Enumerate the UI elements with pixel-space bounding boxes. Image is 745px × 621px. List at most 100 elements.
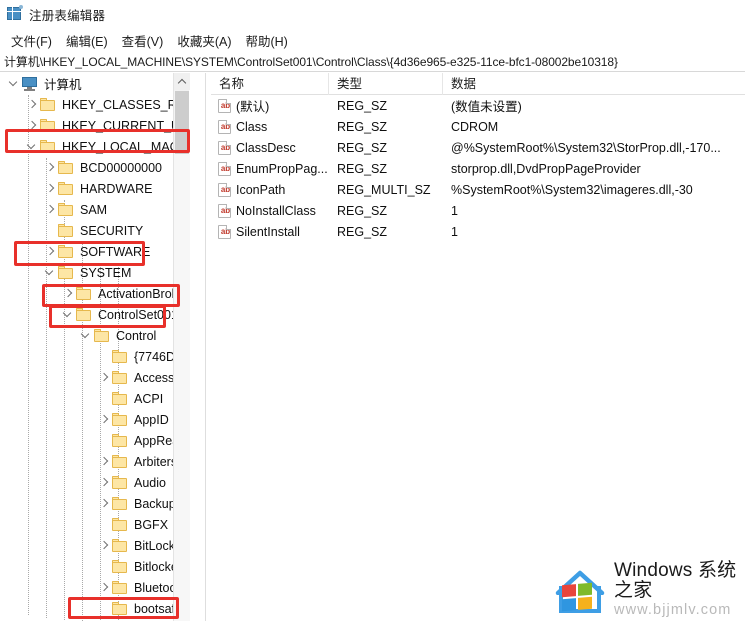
- chevron-right-icon[interactable]: [24, 94, 40, 115]
- menu-edit[interactable]: 编辑(E): [61, 29, 117, 52]
- address-bar[interactable]: 计算机\HKEY_LOCAL_MACHINE\SYSTEM\ControlSet…: [0, 52, 745, 72]
- chevron-down-icon[interactable]: [6, 73, 22, 94]
- chevron-down-icon[interactable]: [60, 304, 76, 325]
- menu-favorites[interactable]: 收藏夹(A): [172, 29, 240, 52]
- tree-item-sam[interactable]: SAM: [0, 199, 189, 220]
- tree-item-controlset001[interactable]: ControlSet001: [0, 304, 189, 325]
- tree-item-appid[interactable]: AppID: [0, 409, 189, 430]
- folder-icon: [40, 139, 57, 154]
- folder-icon: [112, 349, 129, 364]
- folder-icon: [112, 370, 129, 385]
- value-row[interactable]: ClassDesc REG_SZ @%SystemRoot%\System32\St…: [211, 137, 745, 158]
- chevron-right-icon[interactable]: [42, 241, 58, 262]
- registry-values-pane: 名称类型数据 (默认) REG_SZ (数值未设置) Class REG_SZ CDROM…: [211, 72, 745, 621]
- value-data-cell: storprop.dll,DvdPropPageProvider: [451, 161, 641, 176]
- string-value-icon: [218, 203, 232, 218]
- folder-icon: [112, 391, 129, 406]
- folder-icon: [112, 433, 129, 448]
- tree-item-system[interactable]: SYSTEM: [0, 262, 189, 283]
- tree-item-label: HKEY_LOCAL_MACHINE: [62, 139, 189, 154]
- folder-icon: [112, 559, 129, 574]
- chevron-right-icon[interactable]: [96, 472, 112, 493]
- tree-item-bitlockerstat[interactable]: BitlockerStat: [0, 556, 189, 577]
- value-type-cell: REG_SZ: [337, 161, 388, 176]
- scrollbar-track[interactable]: [174, 154, 190, 621]
- tree-item-hardware[interactable]: HARDWARE: [0, 178, 189, 199]
- menu-file[interactable]: 文件(F): [6, 29, 61, 52]
- chevron-right-icon[interactable]: [60, 283, 76, 304]
- values-list[interactable]: (默认) REG_SZ (数值未设置) Class REG_SZ CDROM ClassDe…: [211, 95, 745, 242]
- chevron-right-icon[interactable]: [42, 178, 58, 199]
- value-row[interactable]: IconPath REG_MULTI_SZ %SystemRoot%\System3…: [211, 179, 745, 200]
- tree-item-control[interactable]: Control: [0, 325, 189, 346]
- folder-icon: [112, 475, 129, 490]
- folder-icon: [112, 412, 129, 427]
- chevron-right-icon[interactable]: [96, 577, 112, 598]
- tree-item-7746d80f-9[interactable]: {7746D80F-9: [0, 346, 189, 367]
- chevron-down-icon[interactable]: [24, 136, 40, 157]
- registry-tree[interactable]: 计算机 HKEY_CLASSES_ROOT HKEY_CURRENT_USER HKE…: [0, 73, 189, 621]
- tree-item-software[interactable]: SOFTWARE: [0, 241, 189, 262]
- tree-item-backupresto[interactable]: BackupResto: [0, 493, 189, 514]
- value-type-cell: REG_SZ: [337, 224, 388, 239]
- scrollbar-thumb[interactable]: [175, 91, 189, 154]
- chevron-down-icon[interactable]: [42, 262, 58, 283]
- window-title: 注册表编辑器: [29, 8, 106, 23]
- chevron-right-icon[interactable]: [96, 451, 112, 472]
- value-row[interactable]: NoInstallClass REG_SZ 1: [211, 200, 745, 221]
- string-value-icon: [218, 161, 232, 176]
- value-row[interactable]: EnumPropPag... REG_SZ storprop.dll,DvdProp…: [211, 158, 745, 179]
- chevron-right-icon[interactable]: [96, 367, 112, 388]
- string-value-icon: [218, 98, 232, 113]
- value-row[interactable]: Class REG_SZ CDROM: [211, 116, 745, 137]
- chevron-right-icon[interactable]: [96, 409, 112, 430]
- tree-item-label: ACPI: [134, 391, 164, 406]
- tree-item-audio[interactable]: Audio: [0, 472, 189, 493]
- chevron-right-icon[interactable]: [96, 535, 112, 556]
- folder-icon: [112, 538, 129, 553]
- tree-item-activationbroker[interactable]: ActivationBroker: [0, 283, 189, 304]
- tree-item-label: AppID: [134, 412, 169, 427]
- tree-item-label: HARDWARE: [80, 181, 153, 196]
- string-value-icon: [218, 182, 232, 197]
- column-data[interactable]: 数据: [443, 73, 745, 95]
- chevron-right-icon[interactable]: [42, 157, 58, 178]
- tree-item-acpi[interactable]: ACPI: [0, 388, 189, 409]
- value-type-cell: REG_SZ: [337, 203, 388, 218]
- registry-editor-window: 注册表编辑器 文件(F) 编辑(E) 查看(V) 收藏夹(A) 帮助(H) 计算机\HK…: [0, 0, 745, 621]
- tree-scrollbar[interactable]: [173, 73, 190, 621]
- tree-item-arbiters[interactable]: Arbiters: [0, 451, 189, 472]
- chevron-right-icon[interactable]: [24, 115, 40, 136]
- menu-view[interactable]: 查看(V): [117, 29, 173, 52]
- watermark: Windows 系统之家 www.bjjmlv.com: [552, 560, 742, 618]
- tree-item-appreadines[interactable]: AppReadines: [0, 430, 189, 451]
- tree-item-[interactable]: 计算机: [0, 73, 189, 94]
- folder-icon: [76, 286, 93, 301]
- chevron-right-icon[interactable]: [96, 493, 112, 514]
- value-name-label: NoInstallClass: [236, 203, 316, 218]
- tree-item-accessibilitys[interactable]: AccessibilityS: [0, 367, 189, 388]
- column-name[interactable]: 名称: [211, 72, 329, 95]
- tree-item-bluetooth[interactable]: Bluetooth: [0, 577, 189, 598]
- value-row[interactable]: SilentInstall REG_SZ 1: [211, 221, 745, 242]
- value-row[interactable]: (默认) REG_SZ (数值未设置): [211, 95, 745, 116]
- value-name-label: EnumPropPag...: [236, 161, 328, 176]
- tree-item-bcd00000000[interactable]: BCD00000000: [0, 157, 189, 178]
- menu-help[interactable]: 帮助(H): [240, 29, 296, 52]
- tree-item-hkey-current-user[interactable]: HKEY_CURRENT_USER: [0, 115, 189, 136]
- tree-item-bootsafe[interactable]: bootsafe: [0, 598, 189, 619]
- tree-item-security[interactable]: SECURITY: [0, 220, 189, 241]
- scroll-up-button[interactable]: [174, 73, 190, 90]
- tree-item-hkey-local-machine[interactable]: HKEY_LOCAL_MACHINE: [0, 136, 189, 157]
- tree-item-bitlocker[interactable]: BitLocker: [0, 535, 189, 556]
- chevron-right-icon[interactable]: [42, 199, 58, 220]
- value-name-label: (默认): [236, 100, 270, 114]
- tree-item-label: 计算机: [44, 78, 82, 92]
- column-type[interactable]: 类型: [329, 72, 443, 95]
- tree-item-hkey-classes-root[interactable]: HKEY_CLASSES_ROOT: [0, 94, 189, 115]
- tree-item-bgfx[interactable]: BGFX: [0, 514, 189, 535]
- title-bar: 注册表编辑器: [0, 0, 745, 28]
- chevron-down-icon[interactable]: [78, 325, 94, 346]
